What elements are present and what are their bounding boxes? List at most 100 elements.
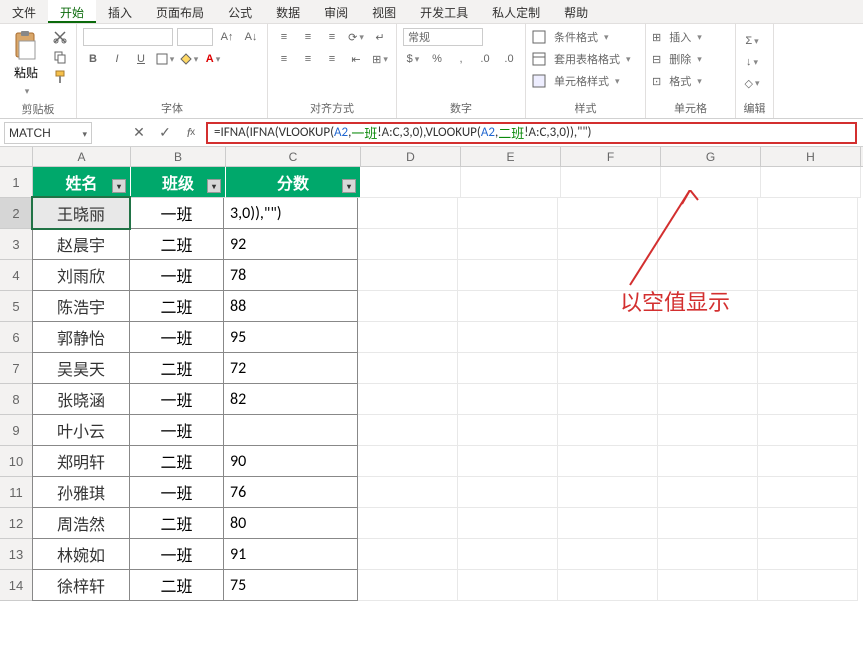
fx-icon[interactable]: fx bbox=[178, 122, 204, 144]
row-header[interactable]: 14 bbox=[0, 570, 33, 601]
cancel-formula-button[interactable]: ✕ bbox=[126, 122, 152, 144]
empty-cell[interactable] bbox=[658, 322, 758, 353]
cell-style-button[interactable]: 单元格样式 bbox=[532, 72, 620, 90]
orientation-icon[interactable]: ⟳ bbox=[346, 28, 366, 46]
align-right-icon[interactable]: ≡ bbox=[322, 50, 342, 68]
empty-cell[interactable] bbox=[558, 322, 658, 353]
data-cell[interactable]: 郭静怡 bbox=[32, 321, 130, 353]
tab-review[interactable]: 审阅 bbox=[312, 0, 360, 23]
row-header[interactable]: 6 bbox=[0, 322, 33, 353]
empty-cell[interactable] bbox=[758, 260, 858, 291]
currency-icon[interactable]: $ bbox=[403, 50, 423, 68]
empty-cell[interactable] bbox=[358, 198, 458, 229]
empty-cell[interactable] bbox=[758, 508, 858, 539]
data-cell[interactable]: 一班 bbox=[129, 383, 224, 415]
tab-help[interactable]: 帮助 bbox=[552, 0, 600, 23]
row-header[interactable]: 9 bbox=[0, 415, 33, 446]
data-cell[interactable]: 林婉如 bbox=[32, 538, 130, 570]
empty-cell[interactable] bbox=[458, 198, 558, 229]
data-cell[interactable]: 78 bbox=[223, 259, 358, 291]
empty-cell[interactable] bbox=[358, 229, 458, 260]
empty-cell[interactable] bbox=[558, 384, 658, 415]
empty-cell[interactable] bbox=[458, 322, 558, 353]
empty-cell[interactable] bbox=[658, 508, 758, 539]
empty-cell[interactable] bbox=[358, 384, 458, 415]
align-middle-icon[interactable]: ≡ bbox=[298, 28, 318, 46]
data-cell[interactable]: 76 bbox=[223, 476, 358, 508]
row-header[interactable]: 7 bbox=[0, 353, 33, 384]
merge-icon[interactable]: ⊞ bbox=[370, 50, 390, 68]
data-cell[interactable]: 95 bbox=[223, 321, 358, 353]
empty-cell[interactable] bbox=[358, 539, 458, 570]
insert-cells-button[interactable]: ⊞ 插入 bbox=[652, 28, 702, 46]
data-cell[interactable]: 孙雅琪 bbox=[32, 476, 130, 508]
row-header[interactable]: 11 bbox=[0, 477, 33, 508]
empty-cell[interactable] bbox=[458, 260, 558, 291]
data-cell[interactable]: 3,0)),"") bbox=[223, 197, 358, 229]
col-header-G[interactable]: G bbox=[661, 147, 761, 166]
empty-cell[interactable] bbox=[458, 539, 558, 570]
row-header[interactable]: 3 bbox=[0, 229, 33, 260]
col-header-E[interactable]: E bbox=[461, 147, 561, 166]
cut-button[interactable] bbox=[50, 28, 70, 46]
col-header-A[interactable]: A bbox=[33, 147, 131, 166]
format-painter-button[interactable] bbox=[50, 68, 70, 86]
empty-cell[interactable] bbox=[758, 539, 858, 570]
empty-cell[interactable] bbox=[658, 539, 758, 570]
paste-button[interactable]: 粘贴 bbox=[6, 28, 46, 99]
data-cell[interactable]: 二班 bbox=[129, 352, 224, 384]
filter-icon[interactable]: ▾ bbox=[112, 179, 126, 193]
empty-cell[interactable] bbox=[358, 477, 458, 508]
bold-button[interactable]: B bbox=[83, 50, 103, 68]
underline-button[interactable]: U bbox=[131, 50, 151, 68]
empty-cell[interactable] bbox=[458, 384, 558, 415]
empty-cell[interactable] bbox=[558, 539, 658, 570]
empty-cell[interactable] bbox=[558, 446, 658, 477]
data-cell[interactable]: 82 bbox=[223, 383, 358, 415]
empty-cell[interactable] bbox=[558, 415, 658, 446]
empty-cell[interactable] bbox=[561, 167, 661, 198]
data-cell[interactable]: 二班 bbox=[129, 228, 224, 260]
autosum-icon[interactable]: Σ bbox=[742, 32, 762, 50]
data-cell[interactable]: 刘雨欣 bbox=[32, 259, 130, 291]
data-cell[interactable]: 90 bbox=[223, 445, 358, 477]
empty-cell[interactable] bbox=[758, 229, 858, 260]
empty-cell[interactable] bbox=[558, 477, 658, 508]
data-cell[interactable]: 陈浩宇 bbox=[32, 290, 130, 322]
data-cell[interactable]: 91 bbox=[223, 538, 358, 570]
tab-file[interactable]: 文件 bbox=[0, 0, 48, 23]
delete-cells-button[interactable]: ⊟ 删除 bbox=[652, 50, 702, 68]
empty-cell[interactable] bbox=[458, 477, 558, 508]
percent-icon[interactable]: % bbox=[427, 50, 447, 68]
empty-cell[interactable] bbox=[658, 384, 758, 415]
empty-cell[interactable] bbox=[758, 446, 858, 477]
wrap-text-icon[interactable]: ↵ bbox=[370, 28, 390, 46]
data-cell[interactable]: 一班 bbox=[129, 321, 224, 353]
italic-button[interactable]: I bbox=[107, 50, 127, 68]
select-all-corner[interactable] bbox=[0, 147, 33, 166]
clear-icon[interactable]: ◇ bbox=[742, 74, 762, 92]
copy-button[interactable] bbox=[50, 48, 70, 66]
row-header[interactable]: 13 bbox=[0, 539, 33, 570]
empty-cell[interactable] bbox=[658, 353, 758, 384]
data-cell[interactable]: 75 bbox=[223, 569, 358, 601]
data-cell[interactable]: 赵晨宇 bbox=[32, 228, 130, 260]
filter-icon[interactable]: ▾ bbox=[342, 179, 356, 193]
empty-cell[interactable] bbox=[658, 229, 758, 260]
empty-cell[interactable] bbox=[658, 198, 758, 229]
empty-cell[interactable] bbox=[358, 415, 458, 446]
empty-cell[interactable] bbox=[761, 167, 861, 198]
empty-cell[interactable] bbox=[458, 291, 558, 322]
data-cell[interactable]: 张晓涵 bbox=[32, 383, 130, 415]
empty-cell[interactable] bbox=[658, 570, 758, 601]
increase-font-icon[interactable]: A↑ bbox=[217, 28, 237, 46]
data-cell[interactable]: 二班 bbox=[129, 290, 224, 322]
empty-cell[interactable] bbox=[558, 198, 658, 229]
col-header-B[interactable]: B bbox=[131, 147, 226, 166]
fill-color-button[interactable] bbox=[179, 50, 199, 68]
data-cell[interactable]: 一班 bbox=[129, 476, 224, 508]
row-header[interactable]: 10 bbox=[0, 446, 33, 477]
empty-cell[interactable] bbox=[758, 570, 858, 601]
decrease-font-icon[interactable]: A↓ bbox=[241, 28, 261, 46]
comma-icon[interactable]: , bbox=[451, 50, 471, 68]
